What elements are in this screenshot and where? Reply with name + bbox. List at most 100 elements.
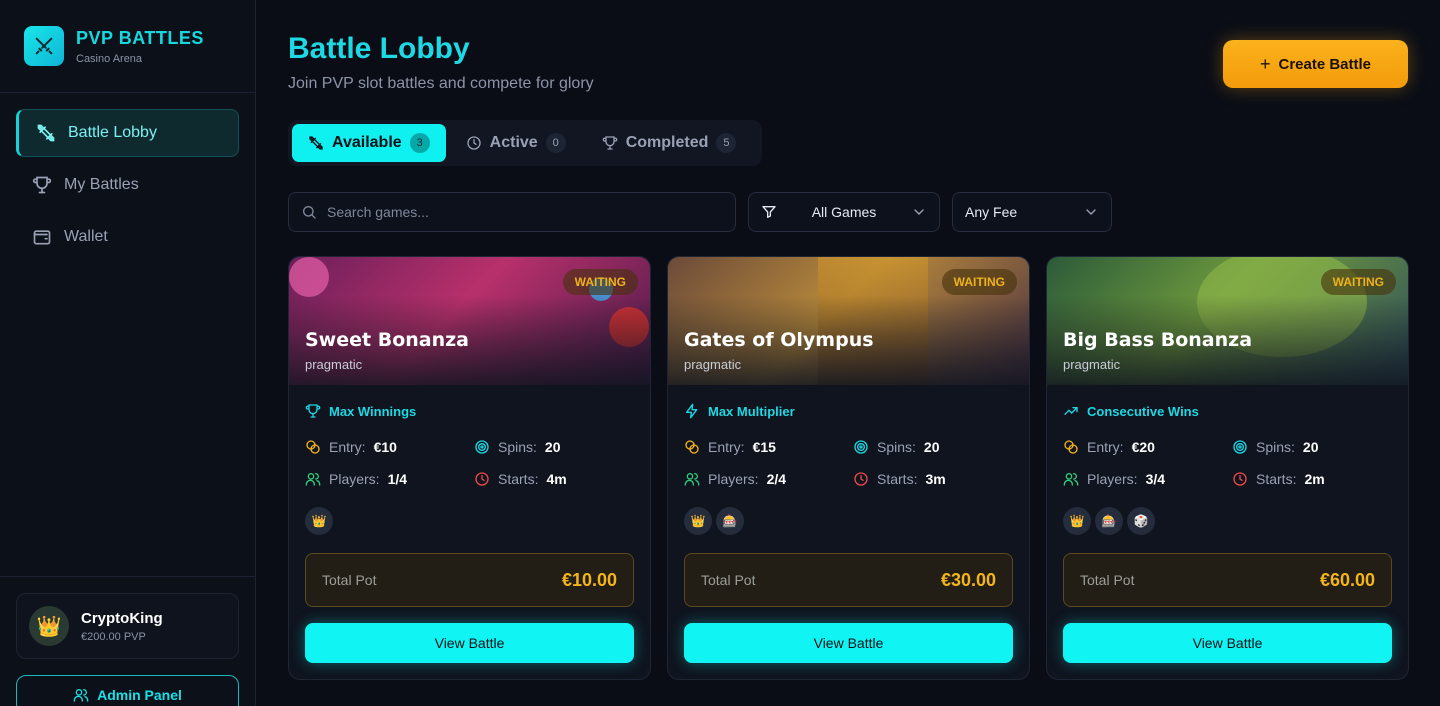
plus-icon: + xyxy=(1259,53,1271,74)
players-stat: Players: 3/4 xyxy=(1063,471,1232,487)
stat-value: 20 xyxy=(923,439,940,455)
pot-value: €30.00 xyxy=(940,569,996,590)
total-pot: Total Pot €30.00 xyxy=(684,553,1013,607)
stat-value: 3m xyxy=(925,471,946,487)
users-icon xyxy=(1063,473,1079,486)
player-avatar: 🎲 xyxy=(1127,507,1155,535)
player-avatars: 👑 🎰 🎲 xyxy=(1063,507,1155,535)
admin-panel-label: Admin Panel xyxy=(97,687,182,703)
filter-icon xyxy=(762,206,776,218)
create-battle-button[interactable]: + Create Battle xyxy=(1223,40,1408,88)
user-name: CryptoKing xyxy=(81,609,163,627)
page-title: Battle Lobby xyxy=(288,32,470,65)
entry-stat: Entry: €15 xyxy=(684,439,853,455)
stat-label: Entry: xyxy=(708,439,745,455)
players-stat: Players: 2/4 xyxy=(684,471,853,487)
main-content: Battle Lobby Join PVP slot battles and c… xyxy=(256,0,1440,706)
game-thumbnail: WAITING Sweet Bonanza pragmatic xyxy=(289,257,650,385)
fee-filter-select[interactable]: Any Fee xyxy=(952,192,1112,232)
sidebar-nav: Battle Lobby My Battles Wallet xyxy=(0,93,255,281)
battle-mode-label: Consecutive Wins xyxy=(1087,403,1199,419)
view-battle-button[interactable]: View Battle xyxy=(684,623,1013,663)
brand-title: PVP BATTLES xyxy=(76,27,204,48)
stat-value: €10 xyxy=(373,439,397,455)
swords-icon xyxy=(37,124,55,142)
users-icon xyxy=(684,473,700,486)
game-provider: pragmatic xyxy=(1063,357,1121,372)
battle-card[interactable]: WAITING Big Bass Bonanza pragmatic Conse… xyxy=(1046,256,1409,680)
player-avatars: 👑 🎰 xyxy=(684,507,744,535)
target-icon xyxy=(1233,440,1247,454)
stat-value: 2m xyxy=(1304,471,1325,487)
view-battle-button[interactable]: View Battle xyxy=(305,623,634,663)
users-icon xyxy=(73,689,89,702)
stat-value: 20 xyxy=(1302,439,1319,455)
starts-stat: Starts: 4m xyxy=(474,471,634,487)
trophy-icon xyxy=(305,404,321,418)
stat-label: Players: xyxy=(708,471,759,487)
player-avatar: 👑 xyxy=(684,507,712,535)
game-filter-select[interactable]: All Games xyxy=(748,192,940,232)
sidebar-item-wallet[interactable]: Wallet xyxy=(16,213,239,261)
sidebar-item-label: Battle Lobby xyxy=(68,124,157,141)
avatar: 👑 xyxy=(29,606,69,646)
coins-icon xyxy=(306,440,320,454)
swords-icon xyxy=(309,136,323,150)
game-title: Gates of Olympus xyxy=(684,329,874,351)
battle-mode: Max Winnings xyxy=(305,403,416,419)
battle-mode: Consecutive Wins xyxy=(1063,403,1199,419)
stat-value: 3/4 xyxy=(1145,471,1166,487)
battle-card[interactable]: WAITING Gates of Olympus pragmatic Max M… xyxy=(667,256,1030,680)
pot-label: Total Pot xyxy=(322,572,377,588)
target-icon xyxy=(854,440,868,454)
user-card[interactable]: 👑 CryptoKing €200.00 PVP xyxy=(16,593,239,659)
chevron-down-icon xyxy=(914,209,924,215)
search-placeholder: Search games... xyxy=(327,204,429,220)
stat-value: 2/4 xyxy=(766,471,787,487)
total-pot: Total Pot €10.00 xyxy=(305,553,634,607)
search-icon xyxy=(303,206,316,219)
pot-value: €60.00 xyxy=(1319,569,1375,590)
sidebar: PVP BATTLES Casino Arena Battle Lobby My… xyxy=(0,0,256,706)
tab-count: 0 xyxy=(545,133,566,153)
stat-label: Players: xyxy=(329,471,380,487)
admin-panel-button[interactable]: Admin Panel xyxy=(16,675,239,706)
total-pot: Total Pot €60.00 xyxy=(1063,553,1392,607)
stat-label: Spins: xyxy=(498,439,537,455)
battle-mode-label: Max Winnings xyxy=(329,403,417,419)
sidebar-item-label: My Battles xyxy=(64,176,139,193)
game-filter-value: All Games xyxy=(811,204,877,220)
battle-card[interactable]: WAITING Sweet Bonanza pragmatic Max Winn… xyxy=(288,256,651,680)
view-battle-button[interactable]: View Battle xyxy=(1063,623,1392,663)
stat-label: Starts: xyxy=(1256,471,1297,487)
stat-value: 20 xyxy=(544,439,561,455)
battle-stats: Entry: €15 Spins: 20 Players: 2/4 Starts: 3m xyxy=(684,439,1014,487)
tab-completed[interactable]: Completed 5 xyxy=(586,124,753,162)
game-thumbnail: WAITING Gates of Olympus pragmatic xyxy=(668,257,1029,385)
tab-available[interactable]: Available 3 xyxy=(292,124,446,162)
starts-stat: Starts: 2m xyxy=(1232,471,1392,487)
battle-stats: Entry: €20 Spins: 20 Players: 3/4 Starts: 2m xyxy=(1063,439,1393,487)
status-badge: WAITING xyxy=(941,269,1017,295)
game-title: Sweet Bonanza xyxy=(305,329,469,351)
game-title: Big Bass Bonanza xyxy=(1063,329,1253,351)
sidebar-item-my-battles[interactable]: My Battles xyxy=(16,161,239,209)
stat-label: Spins: xyxy=(1256,439,1295,455)
tab-bar: Available 3 Active 0 Completed 5 xyxy=(288,120,762,166)
coins-icon xyxy=(1064,440,1078,454)
sidebar-item-battle-lobby[interactable]: Battle Lobby xyxy=(16,109,239,157)
chevron-down-icon xyxy=(1086,209,1096,215)
wallet-icon xyxy=(33,230,51,245)
player-avatar: 🎰 xyxy=(716,507,744,535)
pot-label: Total Pot xyxy=(1080,572,1135,588)
trophy-icon xyxy=(32,176,52,194)
clock-icon xyxy=(854,472,868,486)
stat-label: Entry: xyxy=(329,439,366,455)
players-stat: Players: 1/4 xyxy=(305,471,474,487)
tab-active[interactable]: Active 0 xyxy=(450,124,582,162)
stat-value: 1/4 xyxy=(387,471,408,487)
search-input[interactable]: Search games... xyxy=(288,192,736,232)
tab-count: 3 xyxy=(409,133,430,153)
entry-stat: Entry: €20 xyxy=(1063,439,1232,455)
stat-label: Starts: xyxy=(498,471,539,487)
